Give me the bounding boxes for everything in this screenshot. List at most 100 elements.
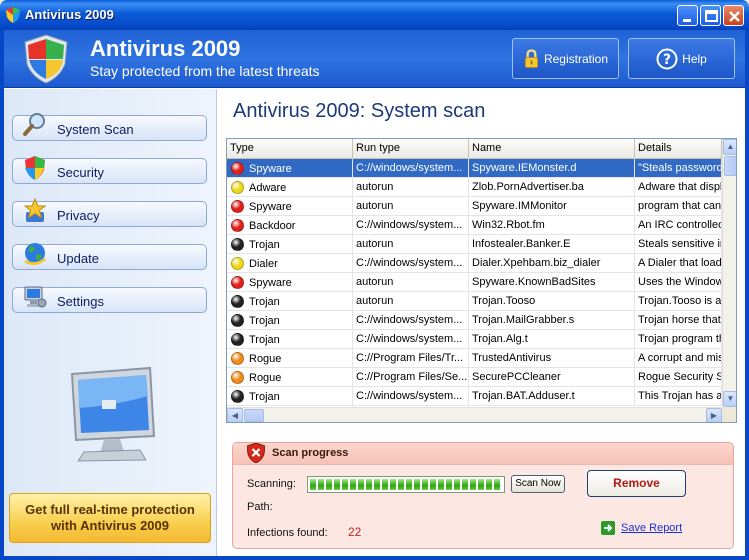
- cell-details: A Dialer that loads: [635, 254, 722, 273]
- cell-details: program that can: [635, 197, 722, 216]
- computer-icon: [24, 286, 47, 308]
- table-row[interactable]: Dialer C://windows/system... Dialer.Xpehba…: [227, 254, 722, 273]
- maximize-button[interactable]: [700, 5, 721, 26]
- progress-block: [390, 479, 396, 490]
- scroll-thumb[interactable]: [244, 409, 264, 422]
- table-row[interactable]: Trojan autorun Infostealer.Banker.E Steals …: [227, 235, 722, 254]
- column-header-name[interactable]: Name: [469, 139, 635, 159]
- scan-now-button[interactable]: Scan Now: [511, 475, 565, 493]
- cell-run-type: autorun: [353, 235, 469, 254]
- table-row[interactable]: Trojan C://windows/system... Trojan.Alg.t T…: [227, 330, 722, 349]
- progress-block: [430, 479, 436, 490]
- threat-type: Spyware: [249, 276, 292, 289]
- cell-name: Spyware.IEMonster.d: [469, 159, 635, 178]
- progress-block: [470, 479, 476, 490]
- table-row[interactable]: Rogue C://Program Files/Se... SecurePCClea…: [227, 368, 722, 387]
- table-row[interactable]: Backdoor C://windows/system... Win32.Rbot.…: [227, 216, 722, 235]
- sidebar-item-security[interactable]: Security: [12, 156, 207, 184]
- progress-block: [374, 479, 380, 490]
- sidebar-item-label: Privacy: [57, 208, 100, 223]
- maximize-icon: [705, 10, 718, 22]
- app-header: Antivirus 2009 Stay protected from the l…: [4, 30, 745, 88]
- sidebar-item-system-scan[interactable]: System Scan: [12, 113, 207, 141]
- table-row[interactable]: Rogue C://Program Files/Tr... TrustedAntiv…: [227, 349, 722, 368]
- sidebar-item-settings[interactable]: Settings: [12, 286, 207, 313]
- sidebar: System Scan Security Privacy Update Sett…: [4, 89, 217, 556]
- cell-run-type: C://Program Files/Se...: [353, 368, 469, 387]
- close-button[interactable]: [723, 5, 744, 26]
- infections-label: Infections found:: [247, 527, 328, 539]
- cell-run-type: C://windows/system...: [353, 254, 469, 273]
- table-row[interactable]: Trojan C://windows/system... Trojan.BAT.Ad…: [227, 387, 722, 406]
- progress-block: [486, 479, 492, 490]
- severity-dot-icon: [231, 295, 244, 308]
- promo-line: Get full real-time protection: [25, 502, 195, 517]
- progress-block: [318, 479, 324, 490]
- column-header-run-type[interactable]: Run type: [353, 139, 469, 159]
- progress-block: [438, 479, 444, 490]
- minimize-icon: [683, 19, 691, 22]
- scan-progress-header: Scan progress: [233, 443, 733, 465]
- remove-button[interactable]: Remove: [587, 470, 686, 497]
- table-row[interactable]: Trojan C://windows/system... Trojan.MailGr…: [227, 311, 722, 330]
- table-row[interactable]: Trojan autorun Trojan.Tooso Trojan.Tooso is…: [227, 292, 722, 311]
- table-row[interactable]: Adware autorun Zlob.PornAdvertiser.ba Adwar…: [227, 178, 722, 197]
- sidebar-item-label: System Scan: [57, 122, 134, 137]
- scroll-left-button[interactable]: ◀: [227, 408, 243, 422]
- cell-type: Trojan: [227, 311, 353, 330]
- table-row[interactable]: Spyware autorun Spyware.IMMonitor program t…: [227, 197, 722, 216]
- cell-run-type: autorun: [353, 292, 469, 311]
- window-title: Antivirus 2009: [25, 7, 114, 22]
- warning-shield-icon: [247, 443, 265, 463]
- shield-icon: [25, 156, 45, 180]
- cell-details: "Steals passwords: [635, 159, 722, 178]
- horizontal-scrollbar[interactable]: ◀ ▶: [227, 407, 722, 422]
- save-report-link[interactable]: Save Report: [601, 521, 682, 535]
- severity-dot-icon: [231, 371, 244, 384]
- progress-block: [454, 479, 460, 490]
- table-body: Spyware C://windows/system... Spyware.IEMo…: [227, 159, 722, 406]
- severity-dot-icon: [231, 162, 244, 175]
- progress-block: [422, 479, 428, 490]
- app-subtitle: Stay protected from the latest threats: [90, 63, 320, 79]
- promo-banner[interactable]: Get full real-time protection with Antiv…: [9, 493, 211, 543]
- threat-type: Spyware: [249, 162, 292, 175]
- registration-button[interactable]: Registration: [512, 38, 619, 79]
- cell-details: Rogue Security So: [635, 368, 722, 387]
- vertical-scrollbar[interactable]: ▲ ▼: [722, 139, 736, 407]
- column-header-type[interactable]: Type: [227, 139, 353, 159]
- sidebar-item-update[interactable]: Update: [12, 243, 207, 270]
- threat-type: Trojan: [249, 238, 280, 251]
- threat-type: Rogue: [249, 352, 282, 365]
- sidebar-item-privacy[interactable]: Privacy: [12, 198, 207, 227]
- table-row[interactable]: Spyware autorun Spyware.KnownBadSites Uses …: [227, 273, 722, 292]
- sidebar-item-label: Settings: [57, 294, 104, 309]
- column-header-details[interactable]: Details: [635, 139, 722, 159]
- cell-name: Spyware.KnownBadSites: [469, 273, 635, 292]
- table-row[interactable]: Spyware C://windows/system... Spyware.IEMo…: [227, 159, 722, 178]
- scroll-up-button[interactable]: ▲: [723, 139, 736, 155]
- cell-name: Trojan.BAT.Adduser.t: [469, 387, 635, 406]
- minimize-button[interactable]: [677, 5, 698, 26]
- arrow-right-icon: [601, 521, 615, 535]
- cell-run-type: autorun: [353, 178, 469, 197]
- scroll-down-button[interactable]: ▼: [723, 391, 736, 407]
- cell-details: A corrupt and mis: [635, 349, 722, 368]
- progress-block: [326, 479, 332, 490]
- scan-progress-bar: [307, 476, 505, 493]
- progress-block: [310, 479, 316, 490]
- sidebar-item-label: Update: [57, 251, 99, 266]
- threat-type: Spyware: [249, 200, 292, 213]
- cell-details: Steals sensitive inf: [635, 235, 722, 254]
- scroll-thumb[interactable]: [724, 156, 736, 176]
- scroll-right-button[interactable]: ▶: [706, 408, 722, 422]
- cell-details: Trojan program th: [635, 330, 722, 349]
- cell-run-type: C://windows/system...: [353, 311, 469, 330]
- cell-type: Trojan: [227, 330, 353, 349]
- severity-dot-icon: [231, 314, 244, 327]
- help-button[interactable]: ? Help: [628, 38, 735, 79]
- progress-block: [478, 479, 484, 490]
- threat-type: Backdoor: [249, 219, 296, 232]
- progress-block: [398, 479, 404, 490]
- severity-dot-icon: [231, 181, 244, 194]
